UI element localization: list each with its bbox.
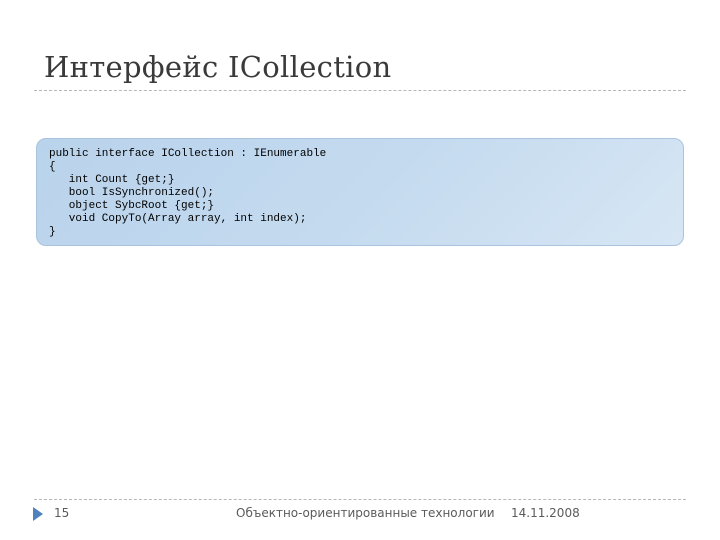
code-line: object SybcRoot {get;} — [49, 200, 215, 212]
code-line: bool IsSynchronized(); — [49, 187, 215, 199]
slide-date: 14.11.2008 — [511, 506, 580, 520]
slide-title: Интерфейс ICollection — [44, 50, 392, 84]
code-line: void CopyTo(Array array, int index); — [49, 213, 307, 225]
code-line: } — [49, 226, 56, 238]
footer-arrow-icon — [33, 507, 43, 521]
code-line: int Count {get;} — [49, 174, 175, 186]
code-block: public interface ICollection : IEnumerab… — [36, 138, 684, 246]
page-number: 15 — [54, 506, 70, 520]
course-name: Объектно-ориентированные технологии — [236, 506, 495, 520]
title-divider — [34, 90, 686, 91]
footer-divider — [34, 499, 686, 500]
code-line: public interface ICollection : IEnumerab… — [49, 148, 327, 160]
code-line: { — [49, 161, 56, 173]
